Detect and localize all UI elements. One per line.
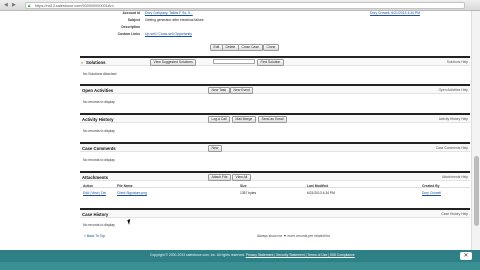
- forward-arrow-icon[interactable]: ▶: [12, 2, 16, 8]
- col-last-modified: Last Modified: [307, 183, 329, 188]
- account-value[interactable]: Dory Company, Tabbs F Ss, 5...: [145, 11, 193, 15]
- col-file-name: File Name: [117, 183, 133, 188]
- section-header: Open Activities New Task New Event Open …: [80, 86, 470, 94]
- help-link[interactable]: Case History Help: [441, 212, 468, 216]
- mail-merge-button[interactable]: Mail Merge: [232, 115, 256, 123]
- url-text: https://na13.salesforce.com/500000000001…: [35, 4, 114, 8]
- close-case-button[interactable]: Close Case: [238, 44, 263, 51]
- section-header: Case Comments New Case Comments Help: [80, 144, 470, 152]
- section-header: ♦ Solutions View Suggested Solutions Fin…: [80, 58, 470, 66]
- custom-links-label: Custom Links: [117, 32, 140, 36]
- subject-label: Subject: [127, 18, 140, 22]
- section-header: Activity History Log A Call Mail Merge S…: [80, 115, 470, 123]
- activity-history-section: Activity History Log A Call Mail Merge S…: [80, 113, 470, 139]
- attachment-modified: 6/21/2013 4:34 PM: [307, 190, 335, 195]
- attach-file-button[interactable]: Attach File: [208, 173, 232, 181]
- empty-message: No records to display: [83, 100, 115, 104]
- case-history-section: Case History Case History Help No record…: [80, 208, 470, 230]
- help-link[interactable]: Attachments Help: [442, 175, 468, 179]
- lock-icon: 🔒︎: [28, 3, 31, 8]
- attachment-created-by[interactable]: Dory Crowell: [422, 191, 441, 195]
- custom-link[interactable]: Up-sell / Cross-sell Opportunity: [145, 32, 192, 36]
- help-link[interactable]: Open Activities Help: [438, 88, 468, 92]
- col-size: Size: [240, 183, 247, 188]
- case-comments-section: Case Comments New Case Comments Help No …: [80, 142, 470, 168]
- attachment-file-link[interactable]: Client Signature.png: [117, 191, 147, 195]
- account-label: Account Id: [122, 11, 140, 15]
- section-title: Case Comments: [82, 145, 116, 151]
- help-link[interactable]: Case Comments Help: [436, 146, 468, 150]
- empty-message: No records to display: [83, 158, 115, 162]
- empty-message: No records to display: [83, 129, 115, 133]
- empty-message: No Solutions Attached: [83, 72, 117, 76]
- back-to-top-link[interactable]: « Back To Top: [84, 234, 105, 238]
- view-all-button[interactable]: View All: [232, 173, 251, 181]
- section-title: Open Activities: [82, 87, 114, 93]
- show-more-records[interactable]: Always show me ▼ more records per relate…: [257, 234, 330, 238]
- new-comment-button[interactable]: New: [208, 144, 222, 152]
- attachment-actions[interactable]: Edit | View | Del: [83, 191, 106, 195]
- case-detail: Account Id Dory Company, Tabbs F Ss, 5..…: [80, 11, 470, 55]
- send-an-email-button[interactable]: Send an Email: [258, 115, 288, 123]
- new-event-button[interactable]: New Event: [230, 86, 254, 94]
- copyright-text: Copyright © 2000-2013 salesforce.com, in…: [150, 253, 355, 257]
- section-header: Attachments Attach File View All Attachm…: [80, 173, 470, 181]
- subject-value: Getting generator after electrical failu…: [145, 18, 204, 22]
- back-arrow-icon[interactable]: ◀: [4, 2, 8, 8]
- clone-button[interactable]: Clone: [263, 44, 279, 51]
- help-link[interactable]: Solutions Help: [447, 60, 468, 64]
- empty-message: No records to display: [83, 223, 115, 227]
- col-action: Action: [83, 183, 94, 188]
- view-suggested-solutions-button[interactable]: View Suggested Solutions: [150, 58, 197, 66]
- solutions-section: ♦ Solutions View Suggested Solutions Fin…: [80, 56, 470, 82]
- close-icon[interactable]: ✕: [460, 252, 472, 260]
- col-created-by: Created By: [422, 183, 440, 188]
- address-bar[interactable]: 🔒︎ https://na13.salesforce.com/500000000…: [25, 2, 465, 9]
- open-activities-section: Open Activities New Task New Event Open …: [80, 84, 470, 110]
- bottom-accent-bar: [0, 262, 480, 270]
- section-title: Attachments: [82, 174, 109, 180]
- vertical-scrollbar[interactable]: [471, 11, 480, 250]
- log-a-call-button[interactable]: Log A Call: [208, 115, 231, 123]
- browser-toolbar: ◀ ▶ 🔒︎ https://na13.salesforce.com/50000…: [0, 0, 480, 11]
- footer-links[interactable]: Privacy Statement | Security Statement |…: [246, 253, 355, 257]
- section-header: Case History Case History Help: [80, 210, 470, 218]
- solution-search-input[interactable]: [213, 59, 255, 64]
- edit-button[interactable]: Edit: [210, 44, 223, 51]
- solutions-icon: ♦: [81, 59, 84, 65]
- assigned-value[interactable]: Dory Crowell, 6/21/2013 4:34 PM: [370, 11, 420, 15]
- attachments-table-header: [80, 182, 470, 188]
- scrollbar-thumb[interactable]: [474, 156, 479, 226]
- section-title: Activity History: [82, 116, 114, 122]
- attachments-section: Attachments Attach File View All Attachm…: [80, 171, 470, 205]
- new-task-button[interactable]: New Task: [208, 86, 230, 94]
- attachment-size: 1357 bytes: [240, 190, 257, 195]
- delete-button[interactable]: Delete: [222, 44, 239, 51]
- help-link[interactable]: Activity History Help: [439, 117, 468, 121]
- find-solution-button[interactable]: Find Solution: [257, 58, 284, 66]
- description-label: Description: [121, 25, 140, 29]
- section-title: Solutions: [86, 59, 106, 65]
- section-title: Case History: [82, 211, 109, 217]
- copyright-label: Copyright © 2000-2013 salesforce.com, in…: [150, 253, 245, 257]
